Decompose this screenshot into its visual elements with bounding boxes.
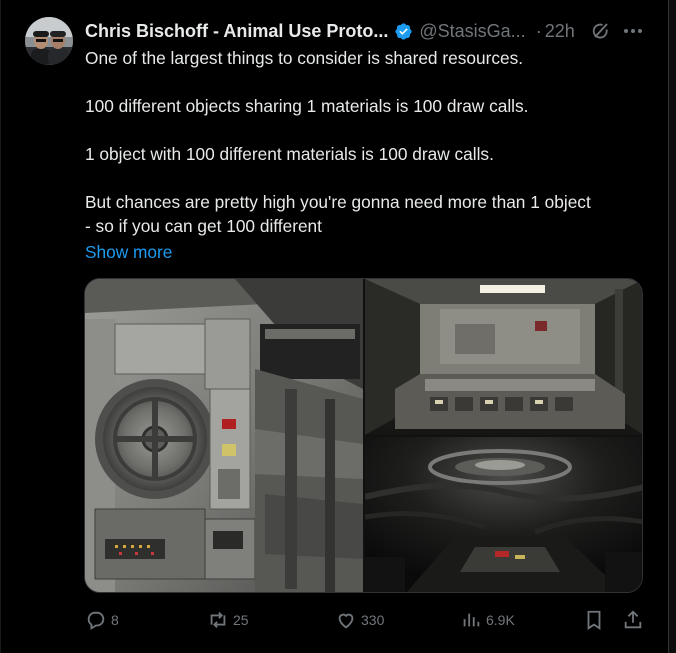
media-grid (84, 278, 643, 593)
more-options-icon[interactable] (622, 21, 644, 41)
repost-button[interactable]: 25 (207, 605, 249, 635)
reply-count: 8 (111, 612, 119, 628)
views-icon (460, 609, 482, 631)
post-text-line: 100 different objects sharing 1 material… (85, 96, 529, 116)
repost-count: 25 (233, 612, 249, 628)
post-card[interactable]: Chris Bischoff - Animal Use Proto... @St… (0, 0, 669, 653)
views-count: 6.9K (486, 612, 515, 628)
reply-icon (85, 609, 107, 631)
post-text-line: But chances are pretty high you're gonna… (85, 192, 591, 212)
repost-icon (207, 609, 229, 631)
separator-dot: · (535, 20, 542, 41)
grok-icon[interactable] (591, 21, 611, 41)
bookmark-icon (583, 609, 605, 631)
like-icon (335, 609, 357, 631)
verified-badge-icon[interactable] (394, 22, 413, 41)
author-handle[interactable]: @StasisGa... (419, 21, 525, 42)
share-button[interactable] (622, 605, 644, 635)
post-text-line: One of the largest things to consider is… (85, 48, 524, 68)
media-image-2[interactable] (365, 279, 642, 435)
action-bar: 8 25 330 6.9K (1, 605, 670, 635)
share-icon (622, 609, 644, 631)
bookmark-button[interactable] (583, 605, 605, 635)
post-text-line: 1 object with 100 different materials is… (85, 144, 494, 164)
like-button[interactable]: 330 (335, 605, 384, 635)
reply-button[interactable]: 8 (85, 605, 119, 635)
post-time[interactable]: 22h (545, 21, 575, 42)
like-count: 330 (361, 612, 385, 628)
media-image-1[interactable] (85, 279, 363, 592)
scroll-gutter (669, 0, 676, 653)
post-header: Chris Bischoff - Animal Use Proto... @St… (85, 20, 645, 42)
author-name[interactable]: Chris Bischoff - Animal Use Proto... (85, 21, 388, 42)
post-text: One of the largest things to consider is… (85, 46, 655, 238)
post-text-line: - so if you can get 100 different (85, 216, 322, 236)
show-more-link[interactable]: Show more (85, 240, 172, 264)
views-button[interactable]: 6.9K (460, 605, 515, 635)
avatar[interactable] (25, 17, 73, 65)
media-image-3[interactable] (364, 437, 642, 592)
